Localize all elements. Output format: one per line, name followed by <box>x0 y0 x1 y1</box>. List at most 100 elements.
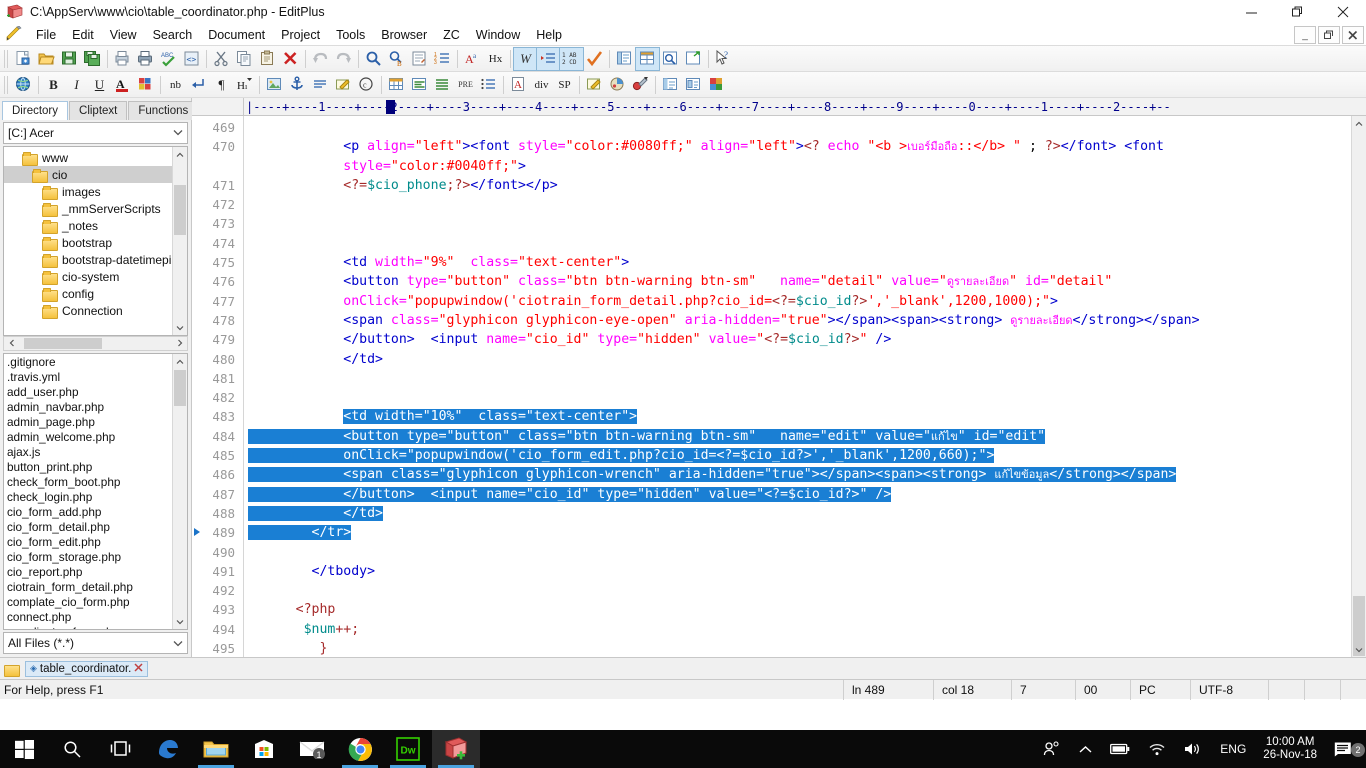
code-area[interactable]: 469 470 471 472 473 474 475 476 477 478 479 480 481 4… <box>192 116 1366 657</box>
list-icon[interactable] <box>477 74 500 96</box>
file-list-item[interactable]: ciotrain_form_detail.php <box>4 580 187 595</box>
code-line[interactable]: <button type="button" class="btn btn-war… <box>244 427 1351 446</box>
code-line[interactable] <box>244 543 1351 562</box>
toolbar-grip[interactable] <box>4 75 9 94</box>
tree-item--mmserverscripts[interactable]: _mmServerScripts <box>4 200 187 217</box>
save-all-icon[interactable] <box>81 48 104 70</box>
code-line[interactable]: style="color:#0040ff;"> <box>244 157 1351 176</box>
ascii-icon[interactable]: 1 AB 2 CD <box>559 46 584 71</box>
code-line[interactable] <box>244 388 1351 407</box>
tree-vertical-scrollbar[interactable] <box>172 147 187 335</box>
menu-search[interactable]: Search <box>145 26 201 44</box>
file-list-item[interactable]: .travis.yml <box>4 370 187 385</box>
scroll-left-icon[interactable] <box>4 339 19 349</box>
view-source-icon[interactable]: <> <box>180 48 203 70</box>
menu-tools[interactable]: Tools <box>328 26 373 44</box>
drive-selector[interactable]: [C:] Acer <box>3 122 188 144</box>
menu-document[interactable]: Document <box>200 26 273 44</box>
preview-icon[interactable] <box>659 48 682 70</box>
file-list-item[interactable]: cio_form_storage.php <box>4 550 187 565</box>
line-numbers-icon[interactable]: 123 <box>431 48 454 70</box>
code-line[interactable]: </td> <box>244 350 1351 369</box>
menu-edit[interactable]: Edit <box>64 26 102 44</box>
align-justify-icon[interactable] <box>431 74 454 96</box>
start-button[interactable] <box>0 730 48 768</box>
tree-item-bootstrap-datetimepi[interactable]: bootstrap-datetimepi <box>4 251 187 268</box>
indent-icon[interactable] <box>536 46 561 71</box>
frame-icon[interactable] <box>659 74 682 96</box>
code-line[interactable]: </tr> <box>244 523 1351 542</box>
code-line[interactable]: <td width="10%" class="text-center"> <box>244 407 1351 426</box>
panel-icon[interactable] <box>613 48 636 70</box>
check-icon[interactable] <box>583 48 606 70</box>
file-list-vertical-scrollbar[interactable] <box>172 354 187 629</box>
file-list-item[interactable]: cio_form_add.php <box>4 505 187 520</box>
hex-icon[interactable]: Hx <box>484 48 507 70</box>
menu-zc[interactable]: ZC <box>435 26 468 44</box>
code-content[interactable]: <p align="left"><font style="color:#0080… <box>244 116 1351 657</box>
italic-icon[interactable]: I <box>65 74 88 96</box>
color-wheel-icon[interactable] <box>606 74 629 96</box>
mdi-close-button[interactable] <box>1342 26 1364 44</box>
clock[interactable]: 10:00 AM 26-Nov-18 <box>1255 736 1325 762</box>
tree-horizontal-scrollbar[interactable] <box>3 336 188 351</box>
mdi-minimize-button[interactable]: _ <box>1294 26 1316 44</box>
underline-icon[interactable]: U <box>88 74 111 96</box>
menu-file[interactable]: File <box>28 26 64 44</box>
find-icon[interactable] <box>362 48 385 70</box>
file-list-item[interactable]: connect.php <box>4 610 187 625</box>
file-list-item[interactable]: admin_page.php <box>4 415 187 430</box>
form-edit-icon[interactable] <box>583 74 606 96</box>
code-line[interactable]: </button> <input name="cio_id" type="hid… <box>244 485 1351 504</box>
code-line[interactable]: </button> <input name="cio_id" type="hid… <box>244 330 1351 349</box>
save-icon[interactable] <box>58 48 81 70</box>
goto-icon[interactable] <box>408 48 431 70</box>
code-line[interactable]: onClick="popupwindow('cio_form_edit.php?… <box>244 446 1351 465</box>
file-list-item[interactable]: coordinator_form.php <box>4 625 187 629</box>
code-line[interactable] <box>244 234 1351 253</box>
file-list-item[interactable]: complate_cio_form.php <box>4 595 187 610</box>
edit-highlight-icon[interactable] <box>332 74 355 96</box>
open-folder-icon[interactable] <box>35 48 58 70</box>
scroll-down-icon[interactable] <box>173 320 187 335</box>
file-list-item[interactable]: add_user.php <box>4 385 187 400</box>
code-line[interactable]: <td width="9%" class="text-center"> <box>244 253 1351 272</box>
file-list-item[interactable]: cio_form_detail.php <box>4 520 187 535</box>
file-list-item[interactable]: cio_report.php <box>4 565 187 580</box>
editplus-button[interactable] <box>432 730 480 768</box>
code-line[interactable]: <span class="glyphicon glyphicon-eye-ope… <box>244 311 1351 330</box>
table-panel-icon[interactable] <box>635 46 660 71</box>
horizontal-rule-icon[interactable] <box>309 74 332 96</box>
align-left-icon[interactable] <box>408 74 431 96</box>
document-tab-table-coordinator[interactable]: ◈ table_coordinator. <box>25 660 149 677</box>
tree-item-cio[interactable]: cio <box>4 166 187 183</box>
editor-vertical-scrollbar[interactable] <box>1351 116 1366 657</box>
color-palette-icon[interactable] <box>134 74 157 96</box>
file-list-item[interactable]: check_form_boot.php <box>4 475 187 490</box>
people-icon[interactable] <box>1034 741 1070 757</box>
code-line[interactable] <box>244 195 1351 214</box>
delete-icon[interactable] <box>279 48 302 70</box>
tree-item-config[interactable]: config <box>4 285 187 302</box>
pre-icon[interactable]: PRE <box>454 74 477 96</box>
tree-item--notes[interactable]: _notes <box>4 217 187 234</box>
scroll-down-icon[interactable] <box>173 614 187 629</box>
copy-icon[interactable] <box>233 48 256 70</box>
wifi-icon[interactable] <box>1139 742 1175 756</box>
mail-button[interactable]: 1 <box>288 730 336 768</box>
tree-item-images[interactable]: images <box>4 183 187 200</box>
file-explorer-button[interactable] <box>192 730 240 768</box>
undo-icon[interactable] <box>309 48 332 70</box>
menu-window[interactable]: Window <box>468 26 528 44</box>
menu-browser[interactable]: Browser <box>373 26 435 44</box>
image-icon[interactable] <box>263 74 286 96</box>
tree-hscrollbar-thumb[interactable] <box>24 338 102 349</box>
print-icon[interactable] <box>134 48 157 70</box>
language-indicator[interactable]: ENG <box>1211 742 1255 756</box>
tab-functions[interactable]: Functions <box>128 101 199 120</box>
code-line[interactable] <box>244 214 1351 233</box>
code-line[interactable]: <?=$cio_phone;?></font></p> <box>244 176 1351 195</box>
scroll-down-icon[interactable] <box>1352 642 1366 657</box>
close-button[interactable] <box>1320 0 1366 24</box>
scroll-up-icon[interactable] <box>173 147 187 162</box>
